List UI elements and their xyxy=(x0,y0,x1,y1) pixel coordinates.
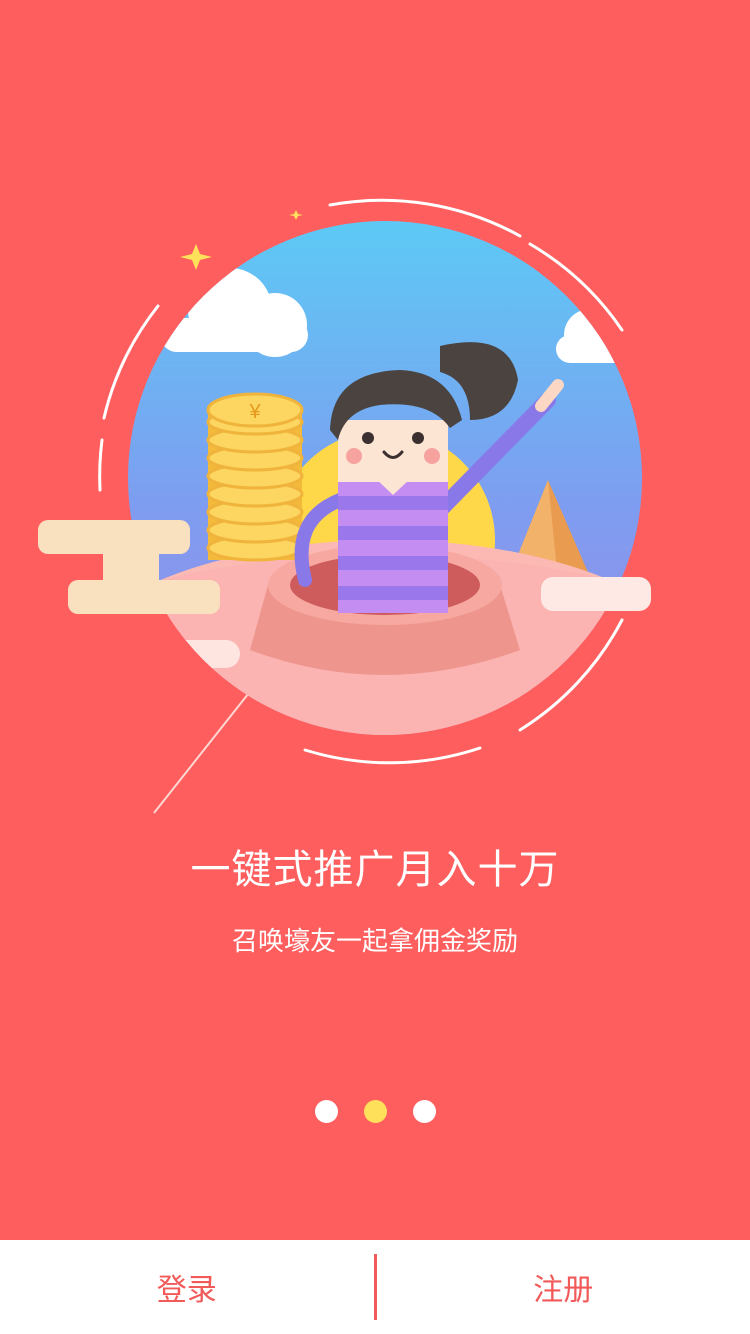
onboarding-illustration: ¥ xyxy=(38,198,651,814)
decorative-arc xyxy=(98,438,104,492)
page-dot-2-active[interactable] xyxy=(363,1100,387,1123)
register-button[interactable]: 注册 xyxy=(377,1240,750,1334)
slide-headline: 一键式推广月入十万 xyxy=(190,847,560,893)
onboarding-screen: ¥ 一键式推广月入十万 召唤壕友一起拿佣金奖励 登录 注册 xyxy=(0,0,750,1334)
sparkle-icon xyxy=(289,210,303,220)
coin-stack: ¥ xyxy=(206,392,304,562)
decorative-shape xyxy=(541,577,651,611)
coin-symbol: ¥ xyxy=(248,401,261,423)
page-dot-1[interactable] xyxy=(314,1100,338,1123)
page-indicator xyxy=(0,1100,750,1126)
slide-subline: 召唤壕友一起拿佣金奖励 xyxy=(231,927,518,957)
sparkle-icon xyxy=(180,244,212,270)
decorative-shape xyxy=(103,540,159,584)
page-dot-3[interactable] xyxy=(412,1100,436,1123)
decorative-shape xyxy=(68,580,220,614)
decorative-arc xyxy=(303,746,482,765)
login-button[interactable]: 登录 xyxy=(0,1240,374,1334)
bottom-action-bar: 登录 注册 xyxy=(0,1240,750,1334)
